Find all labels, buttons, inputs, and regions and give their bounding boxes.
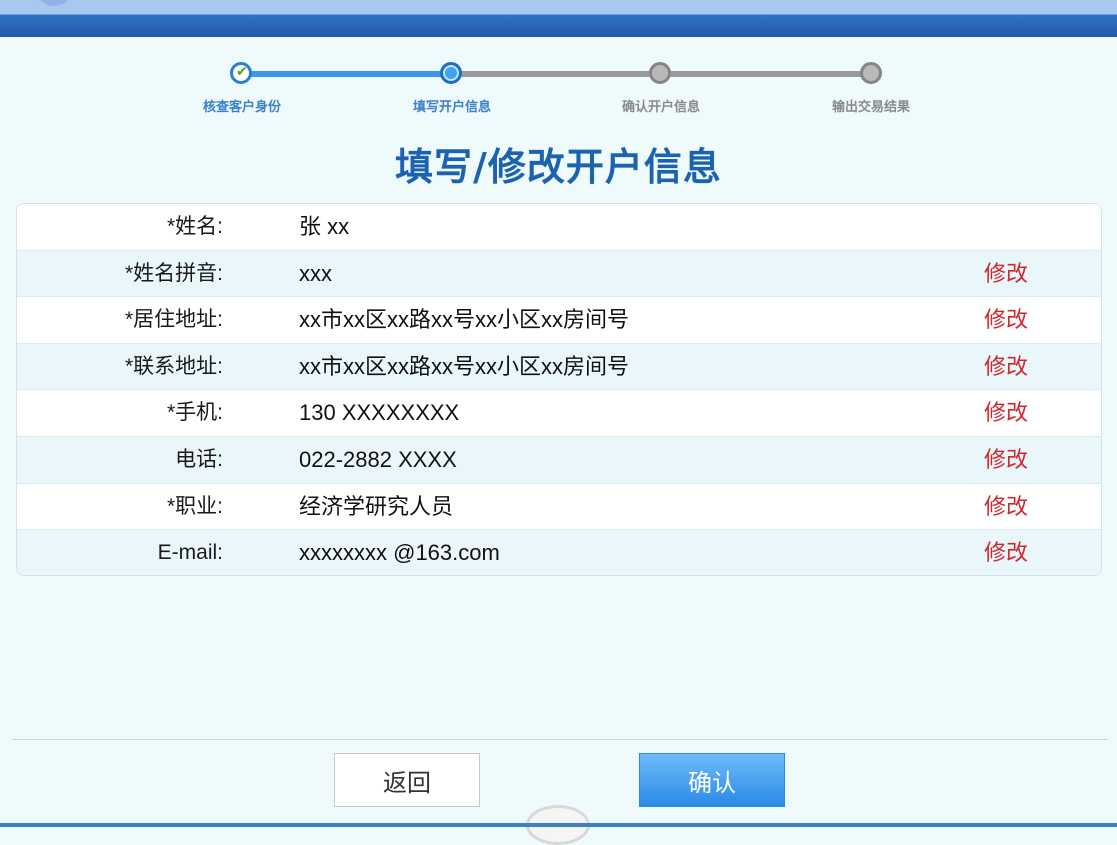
edit-phone-link[interactable]: 修改 — [984, 437, 1028, 483]
page-title: 填写/修改开户信息 — [395, 145, 722, 189]
field-label: E-mail: — [157, 541, 223, 565]
field-label: *联系地址: — [124, 354, 223, 378]
field-label: *姓名: — [166, 215, 223, 238]
edit-residence-address-link[interactable]: 修改 — [984, 297, 1028, 343]
form-row-email: E-mail: xxxxxxxx @163.com 修改 — [17, 530, 1101, 575]
field-label: 电话: — [175, 447, 223, 471]
step-connector-pending — [452, 71, 660, 77]
edit-mobile-link[interactable]: 修改 — [984, 390, 1028, 436]
field-label: *居住地址: — [124, 308, 223, 332]
edit-name-pinyin-link[interactable]: 修改 — [984, 251, 1028, 297]
form-row-occupation: *职业: 经济学研究人员 修改 — [17, 484, 1101, 531]
top-banner — [0, 0, 1117, 37]
field-value: 022-2882 XXXX — [299, 446, 457, 472]
form-row-contact-address: *联系地址: xx市xx区xx路xx号xx小区xx房间号 修改 — [17, 343, 1101, 391]
field-value: xxx — [299, 260, 332, 286]
confirm-button[interactable]: 确认 — [639, 753, 785, 807]
form-row-name: *姓名: 张 xx — [17, 204, 1101, 251]
field-value: xx市xx区xx路xx号xx小区xx房间号 — [299, 307, 630, 333]
field-label: *手机: — [166, 401, 223, 425]
step-3-label: 确认开户信息 — [621, 100, 700, 115]
form-row-mobile: *手机: 130 XXXXXXXX 修改 — [17, 390, 1101, 437]
checkmark-icon: ✔ — [236, 64, 248, 80]
step-4-pending-indicator — [860, 62, 882, 84]
bottom-bar — [0, 823, 1117, 827]
field-value: xx市xx区xx路xx号xx小区xx房间号 — [299, 353, 630, 379]
form-row-phone: 电话: 022-2882 XXXX 修改 — [17, 436, 1101, 484]
footer-divider — [12, 739, 1108, 740]
field-value: xxxxxxxx @163.com — [299, 540, 500, 566]
step-4-label: 输出交易结果 — [831, 100, 910, 115]
field-label: *姓名拼音: — [124, 261, 223, 285]
edit-email-link[interactable]: 修改 — [984, 530, 1028, 575]
logo — [34, 0, 74, 6]
step-1-done-indicator: ✔ — [230, 62, 252, 84]
step-1-label: 核查客户身份 — [202, 100, 281, 115]
field-value: 张 xx — [299, 214, 350, 239]
field-value: 130 XXXXXXXX — [299, 400, 460, 426]
step-connector-pending — [660, 71, 871, 77]
step-3-pending-indicator — [649, 62, 671, 84]
progress-stepper: ✔ 核查客户身份 填写开户信息 确认开户信息 输出交易结果 — [0, 55, 1117, 125]
edit-contact-address-link[interactable]: 修改 — [984, 344, 1028, 390]
back-button[interactable]: 返回 — [334, 753, 480, 807]
account-info-form: *姓名: 张 xx *姓名拼音: xxx 修改 *居住地址: xx市xx区xx路… — [16, 203, 1102, 576]
edit-occupation-link[interactable]: 修改 — [984, 484, 1028, 530]
step-connector-done — [242, 71, 452, 77]
field-label: *职业: — [166, 494, 223, 518]
field-value: 经济学研究人员 — [299, 493, 454, 519]
step-2-active-indicator — [440, 62, 462, 84]
form-row-name-pinyin: *姓名拼音: xxx 修改 — [17, 250, 1101, 298]
step-2-label: 填写开户信息 — [412, 100, 491, 115]
form-row-residence-address: *居住地址: xx市xx区xx路xx号xx小区xx房间号 修改 — [17, 297, 1101, 344]
